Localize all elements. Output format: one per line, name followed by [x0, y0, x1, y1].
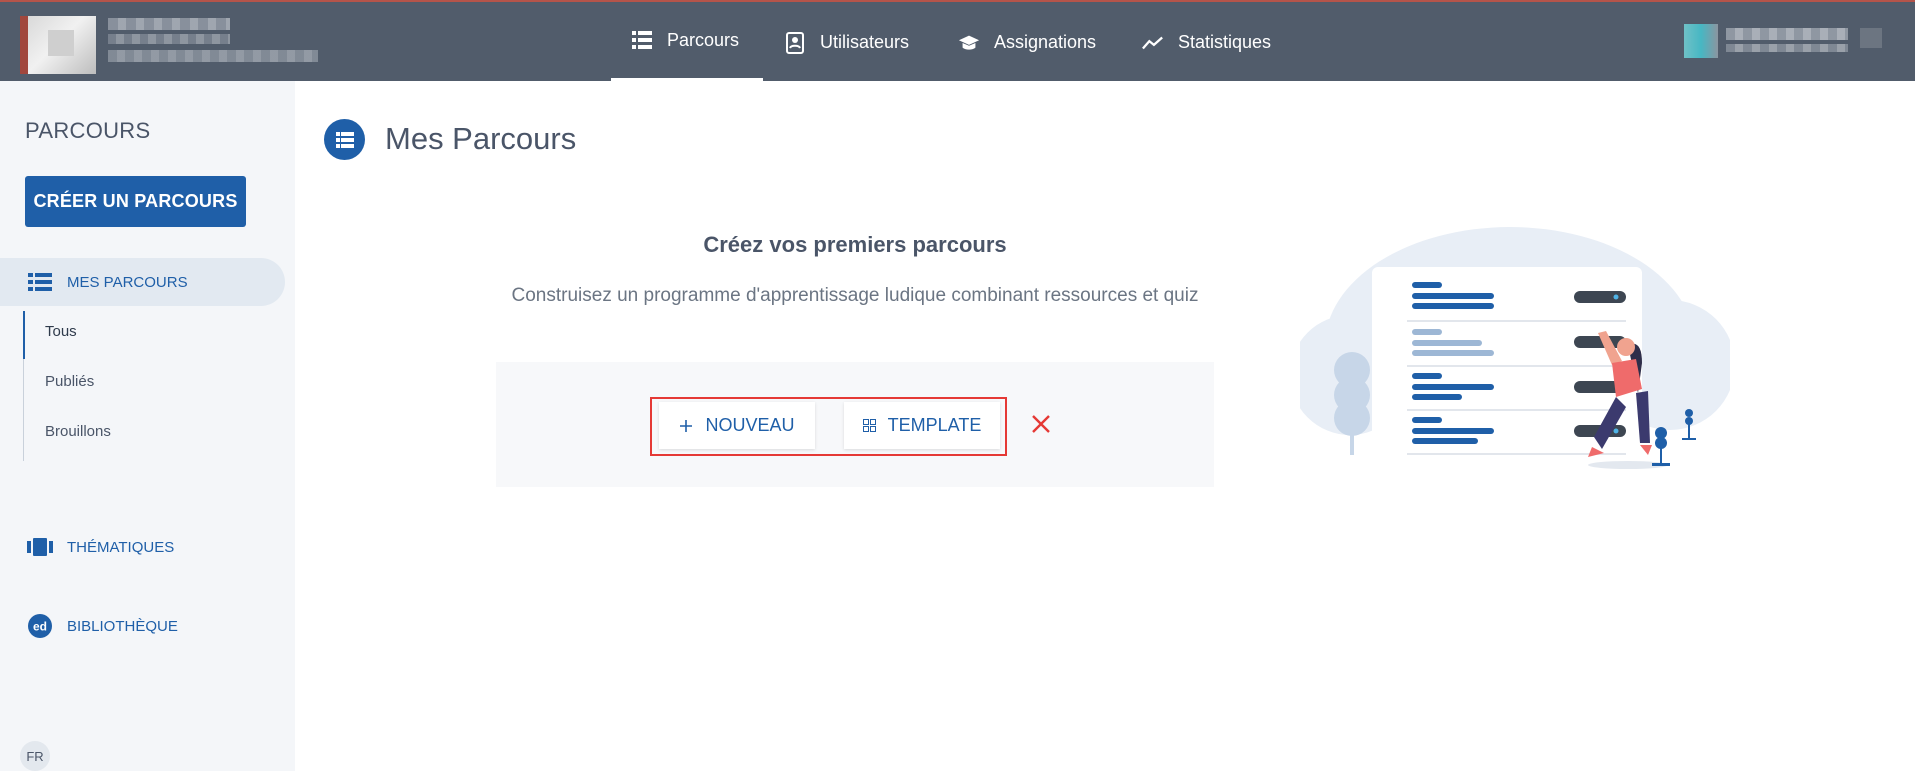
- nav-tab-parcours[interactable]: Parcours: [611, 2, 763, 83]
- user-name-redacted: [1726, 28, 1848, 40]
- page-list-icon: [324, 119, 365, 160]
- parcours-filter-list: Tous Publiés Brouillons: [23, 311, 283, 461]
- tree-trunk: [1350, 425, 1354, 455]
- template-button[interactable]: TEMPLATE: [844, 402, 1000, 449]
- avatar[interactable]: [1684, 24, 1718, 58]
- empty-state-title: Créez vos premiers parcours: [703, 232, 1007, 257]
- sidebar-item-label: THÉMATIQUES: [67, 538, 175, 556]
- organization-name-redacted: [108, 34, 230, 44]
- sidebar-title: PARCOURS: [25, 118, 151, 143]
- nav-tab-label: Parcours: [667, 29, 740, 50]
- button-label: NOUVEAU: [705, 415, 795, 435]
- button-label: TEMPLATE: [887, 415, 982, 435]
- filter-publies[interactable]: Publiés: [45, 373, 94, 390]
- sidebar-item-thematiques[interactable]: THÉMATIQUES: [27, 534, 174, 560]
- nav-tab-assignations[interactable]: Assignations: [958, 2, 1096, 83]
- list-icon: [631, 29, 653, 51]
- list-icon: [27, 272, 53, 292]
- top-bar: Parcours Utilisateurs Assignations Stati…: [0, 0, 1915, 83]
- plus-icon: [679, 419, 693, 433]
- nav-tab-utilisateurs[interactable]: Utilisateurs: [784, 2, 909, 83]
- sidebar: PARCOURS CRÉER UN PARCOURS MES PARCOURS …: [0, 81, 295, 771]
- active-indicator: [23, 311, 25, 359]
- close-icon[interactable]: [1030, 413, 1052, 435]
- grid-icon: [862, 419, 876, 432]
- organization-name-redacted: [108, 50, 318, 62]
- filter-brouillons[interactable]: Brouillons: [45, 423, 111, 440]
- organization-logo[interactable]: [20, 16, 96, 74]
- empty-state-subtitle: Construisez un programme d'apprentissage…: [511, 285, 1199, 306]
- sidebar-item-mes-parcours[interactable]: MES PARCOURS: [0, 258, 285, 306]
- sidebar-item-label: MES PARCOURS: [67, 273, 188, 291]
- graduation-cap-icon: [958, 32, 980, 54]
- new-parcours-button[interactable]: NOUVEAU: [659, 402, 815, 449]
- ed-logo-icon: ed: [27, 613, 53, 639]
- create-parcours-button[interactable]: CRÉER UN PARCOURS: [25, 176, 246, 227]
- organization-name-redacted: [108, 18, 230, 30]
- svg-text:ed: ed: [33, 620, 47, 634]
- nav-tab-label: Utilisateurs: [820, 32, 910, 52]
- sidebar-item-label: BIBLIOTHÈQUE: [67, 617, 178, 635]
- language-switcher[interactable]: FR: [20, 741, 50, 771]
- user-name-redacted: [1726, 44, 1848, 52]
- filter-tous[interactable]: Tous: [45, 323, 77, 340]
- nav-tab-label: Assignations: [994, 32, 1097, 52]
- nav-tab-label: Statistiques: [1178, 32, 1272, 52]
- contact-card-icon: [784, 31, 806, 54]
- sidebar-item-bibliotheque[interactable]: ed BIBLIOTHÈQUE: [27, 613, 178, 639]
- nav-tab-statistiques[interactable]: Statistiques: [1142, 2, 1271, 83]
- page-title: Mes Parcours: [385, 121, 577, 156]
- user-menu-redacted[interactable]: [1860, 28, 1882, 48]
- layers-icon: [27, 534, 53, 560]
- trend-line-icon: [1142, 32, 1164, 54]
- empty-state-illustration: [1300, 227, 1730, 472]
